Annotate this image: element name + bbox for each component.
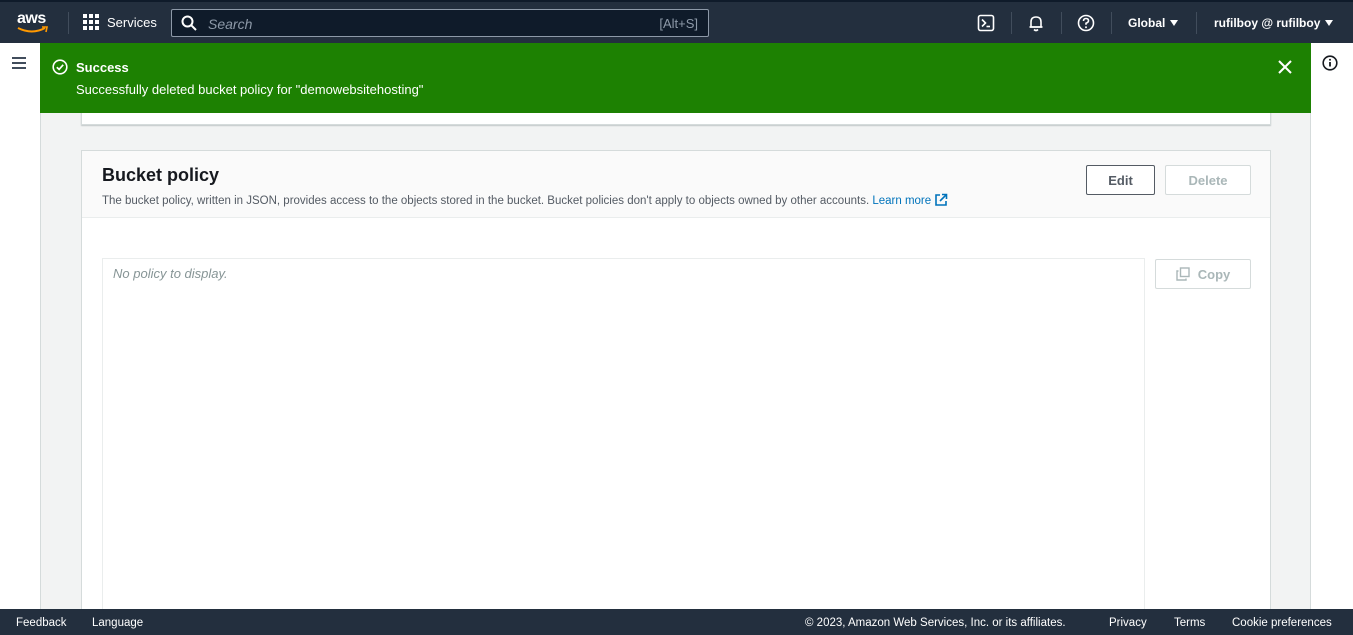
close-icon[interactable] <box>1278 60 1292 74</box>
account-menu[interactable]: rufilboy @ rufilboy <box>1214 16 1334 30</box>
aws-logo[interactable]: aws <box>17 10 51 36</box>
learn-more-link[interactable]: Learn more <box>872 193 948 207</box>
empty-policy-text: No policy to display. <box>113 266 228 281</box>
search-input[interactable] <box>206 13 630 35</box>
flash-message: Successfully deleted bucket policy for "… <box>76 82 424 97</box>
copy-label: Copy <box>1197 266 1231 282</box>
grid-icon <box>83 14 99 30</box>
nav-divider <box>1196 12 1197 34</box>
services-menu-button[interactable]: Services <box>83 14 157 30</box>
copyright-text: © 2023, Amazon Web Services, Inc. or its… <box>805 617 1066 629</box>
description-text: The bucket policy, written in JSON, prov… <box>102 195 870 207</box>
nav-divider <box>68 12 69 34</box>
terms-link[interactable]: Terms <box>1174 617 1205 629</box>
success-flashbar: Success Successfully deleted bucket poli… <box>40 43 1311 113</box>
region-label: Global <box>1128 16 1166 30</box>
external-link-icon <box>935 193 948 206</box>
services-label: Services <box>107 14 157 30</box>
search-icon <box>181 15 197 31</box>
success-check-icon <box>52 59 68 75</box>
bucket-policy-card: Bucket policy The bucket policy, written… <box>81 150 1271 620</box>
bucket-policy-header: Bucket policy The bucket policy, written… <box>82 151 1270 218</box>
bucket-policy-title: Bucket policy <box>102 165 220 185</box>
learn-more-label: Learn more <box>872 195 932 207</box>
search-shortcut-hint: [Alt+S] <box>659 16 698 31</box>
edit-button[interactable]: Edit <box>1086 165 1155 195</box>
help-icon[interactable] <box>1077 14 1095 32</box>
nav-divider <box>1111 12 1112 34</box>
flash-title: Success <box>76 60 129 75</box>
aws-smile-icon <box>17 26 48 33</box>
delete-button[interactable]: Delete <box>1165 165 1251 195</box>
bucket-policy-description: The bucket policy, written in JSON, prov… <box>102 193 948 207</box>
policy-editor[interactable]: No policy to display. <box>102 258 1145 618</box>
caret-down-icon <box>1325 20 1334 26</box>
top-navigation: aws Services [Alt+S] Glob <box>0 0 1353 43</box>
nav-divider <box>1011 12 1012 34</box>
account-label: rufilboy @ rufilboy <box>1214 16 1321 30</box>
nav-divider <box>1061 12 1062 34</box>
info-icon[interactable] <box>1322 55 1338 71</box>
feedback-link[interactable]: Feedback <box>16 617 67 629</box>
cloudshell-icon[interactable] <box>977 14 995 32</box>
bell-icon[interactable] <box>1027 14 1045 32</box>
caret-down-icon <box>1170 20 1179 26</box>
footer: Feedback Language © 2023, Amazon Web Ser… <box>0 609 1353 635</box>
menu-icon[interactable] <box>12 57 26 72</box>
cookie-preferences-link[interactable]: Cookie preferences <box>1232 617 1332 629</box>
language-link[interactable]: Language <box>92 617 143 629</box>
search-box[interactable]: [Alt+S] <box>171 9 709 37</box>
main-content: Bucket policy The bucket policy, written… <box>40 43 1311 620</box>
privacy-link[interactable]: Privacy <box>1109 617 1147 629</box>
copy-button[interactable]: Copy <box>1155 259 1251 289</box>
copy-icon <box>1176 267 1190 281</box>
region-selector[interactable]: Global <box>1128 16 1179 30</box>
